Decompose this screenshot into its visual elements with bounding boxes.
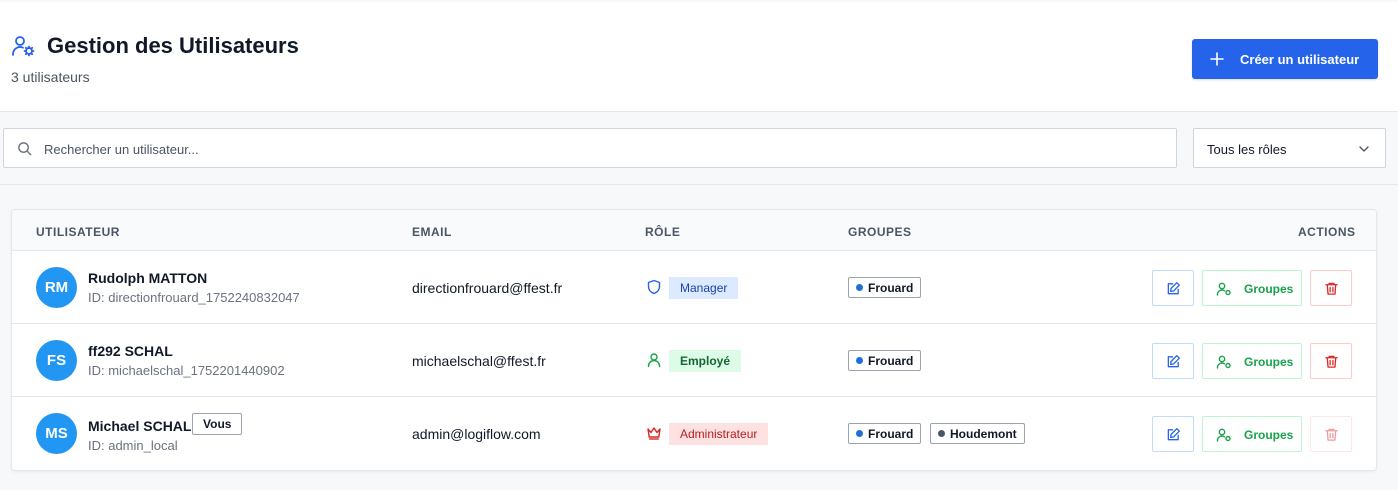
- plus-icon: [1210, 52, 1224, 66]
- user-name: Michael SCHAL: [88, 418, 192, 434]
- role-badge: Administrateur: [669, 423, 769, 445]
- user-email: directionfrouard@ffest.fr: [412, 280, 563, 296]
- chevron-down-icon: [1359, 146, 1369, 152]
- delete-user-button[interactable]: [1310, 270, 1352, 306]
- manage-groups-button[interactable]: Groupes: [1202, 343, 1302, 379]
- manage-groups-label: Groupes: [1244, 355, 1294, 369]
- edit-icon: [1167, 355, 1180, 368]
- edit-user-button[interactable]: [1152, 343, 1194, 379]
- page-header: Gestion des Utilisateurs 3 utilisateurs …: [0, 2, 1398, 112]
- user-groups-icon: [1216, 355, 1231, 369]
- group-chip: Frouard: [848, 277, 922, 298]
- table-row: MS Michael SCHAL Vous ID: admin_local ad…: [12, 397, 1376, 470]
- group-dot: [938, 430, 945, 437]
- user-name: Rudolph MATTON: [88, 270, 208, 286]
- edit-user-button[interactable]: [1152, 416, 1194, 452]
- user-id: ID: michaelschal_1752201440902: [88, 363, 285, 378]
- user-icon: [647, 353, 661, 368]
- group-chip: Frouard: [848, 350, 922, 371]
- group-name: Frouard: [868, 280, 914, 295]
- group-dot: [856, 284, 863, 291]
- search-input[interactable]: [44, 138, 1144, 160]
- user-count: 3 utilisateurs: [11, 69, 90, 85]
- role-filter-select[interactable]: Tous les rôles: [1193, 128, 1386, 168]
- avatar: FS: [36, 340, 77, 381]
- trash-icon: [1325, 355, 1338, 368]
- filter-bar: Tous les rôles: [0, 112, 1398, 185]
- manage-groups-button[interactable]: Groupes: [1202, 270, 1302, 306]
- group-name: Frouard: [868, 353, 914, 368]
- user-email: michaelschal@ffest.fr: [412, 353, 546, 369]
- manage-groups-button[interactable]: Groupes: [1202, 416, 1302, 452]
- user-cog-icon: [12, 36, 35, 57]
- manage-groups-label: Groupes: [1244, 282, 1294, 296]
- edit-icon: [1167, 428, 1180, 441]
- user-groups-icon: [1216, 282, 1231, 296]
- group-dot: [856, 430, 863, 437]
- group-chip: Frouard: [848, 423, 922, 444]
- user-id: ID: admin_local: [88, 438, 178, 453]
- search-box: [3, 128, 1177, 168]
- edit-user-button[interactable]: [1152, 270, 1194, 306]
- group-chip: Houdemont: [930, 423, 1025, 444]
- user-name: ff292 SCHAL: [88, 343, 173, 359]
- page-title: Gestion des Utilisateurs: [47, 33, 299, 58]
- column-header-actions: ACTIONS: [1298, 225, 1356, 239]
- shield-icon: [647, 279, 661, 295]
- manage-groups-label: Groupes: [1244, 428, 1294, 442]
- role-badge: Employé: [669, 350, 742, 372]
- column-header-user: UTILISATEUR: [36, 225, 120, 239]
- edit-icon: [1167, 282, 1180, 295]
- table-header: UTILISATEUR EMAIL RÔLE GROUPES ACTIONS: [12, 210, 1376, 251]
- avatar: RM: [36, 267, 77, 308]
- create-user-button[interactable]: Créer un utilisateur: [1192, 39, 1378, 79]
- group-dot: [856, 357, 863, 364]
- trash-icon: [1325, 282, 1338, 295]
- delete-user-button-disabled: [1310, 416, 1352, 452]
- search-icon: [18, 142, 32, 156]
- role-badge: Manager: [669, 277, 739, 299]
- column-header-email: EMAIL: [412, 225, 452, 239]
- create-user-label: Créer un utilisateur: [1240, 52, 1360, 67]
- column-header-role: RÔLE: [645, 225, 681, 239]
- avatar: MS: [36, 413, 77, 454]
- table-row: RM Rudolph MATTON ID: directionfrouard_1…: [12, 251, 1376, 324]
- delete-user-button[interactable]: [1310, 343, 1352, 379]
- trash-icon: [1325, 428, 1338, 441]
- user-email: admin@logiflow.com: [412, 426, 541, 442]
- current-user-badge: Vous: [192, 413, 243, 435]
- group-name: Frouard: [868, 426, 914, 441]
- group-name: Houdemont: [950, 426, 1017, 441]
- user-id: ID: directionfrouard_1752240832047: [88, 290, 300, 305]
- role-filter-value: Tous les rôles: [1207, 142, 1287, 157]
- column-header-groups: GROUPES: [848, 225, 912, 239]
- users-table: UTILISATEUR EMAIL RÔLE GROUPES ACTIONS R…: [11, 209, 1377, 471]
- user-groups-icon: [1216, 428, 1231, 442]
- crown-icon: [647, 427, 661, 440]
- table-row: FS ff292 SCHAL ID: michaelschal_17522014…: [12, 324, 1376, 397]
